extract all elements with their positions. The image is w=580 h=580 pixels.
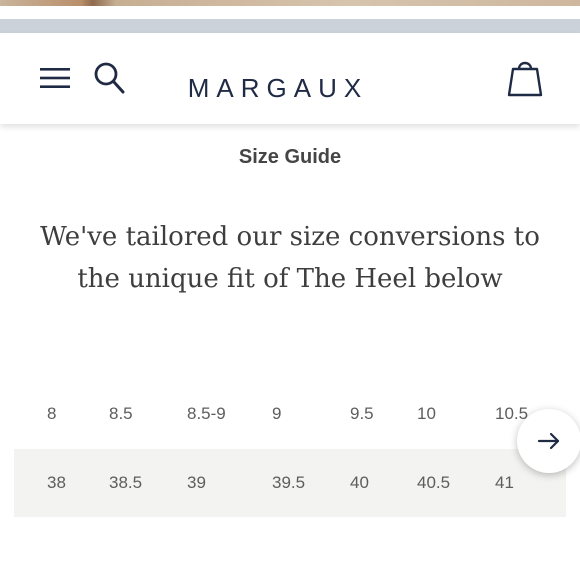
- table-cell: 39: [187, 473, 206, 492]
- table-row: 38 38.5 39 39.5 40 40.5 41: [14, 449, 566, 517]
- table-cell: 41: [495, 473, 514, 492]
- table-cell: 9: [272, 404, 282, 423]
- table-cell: 9.5: [350, 404, 374, 423]
- intro-text: We've tailored our size conversions to t…: [40, 222, 540, 294]
- table-cell: 10: [417, 404, 436, 423]
- search-icon: [94, 62, 125, 94]
- search-button[interactable]: [92, 60, 126, 96]
- table-cell: 40: [350, 473, 369, 492]
- table-cell: 8: [47, 404, 57, 423]
- table-row: 8 8.5 8.5-9 9 9.5 10 10.5: [14, 380, 566, 448]
- arrow-right-icon: [537, 432, 560, 450]
- announcement-bar: [0, 19, 580, 33]
- cart-button[interactable]: [505, 55, 545, 99]
- table-cell: 39.5: [272, 473, 306, 492]
- table-cell: 38: [47, 473, 66, 492]
- hero-image-edge: [0, 0, 580, 6]
- scroll-right-button[interactable]: [517, 409, 580, 473]
- page-title: Size Guide: [238, 146, 342, 168]
- table-cell: 38.5: [109, 473, 143, 492]
- shopping-bag-icon: [507, 61, 543, 97]
- hamburger-icon: [40, 68, 70, 88]
- table-cell: 40.5: [417, 473, 451, 492]
- table-cell: 8.5: [109, 404, 133, 423]
- table-cell: 8.5-9: [187, 404, 226, 423]
- menu-button[interactable]: [38, 65, 72, 91]
- site-header: MARGAUX: [0, 33, 580, 124]
- brand-logo[interactable]: MARGAUX: [180, 73, 376, 103]
